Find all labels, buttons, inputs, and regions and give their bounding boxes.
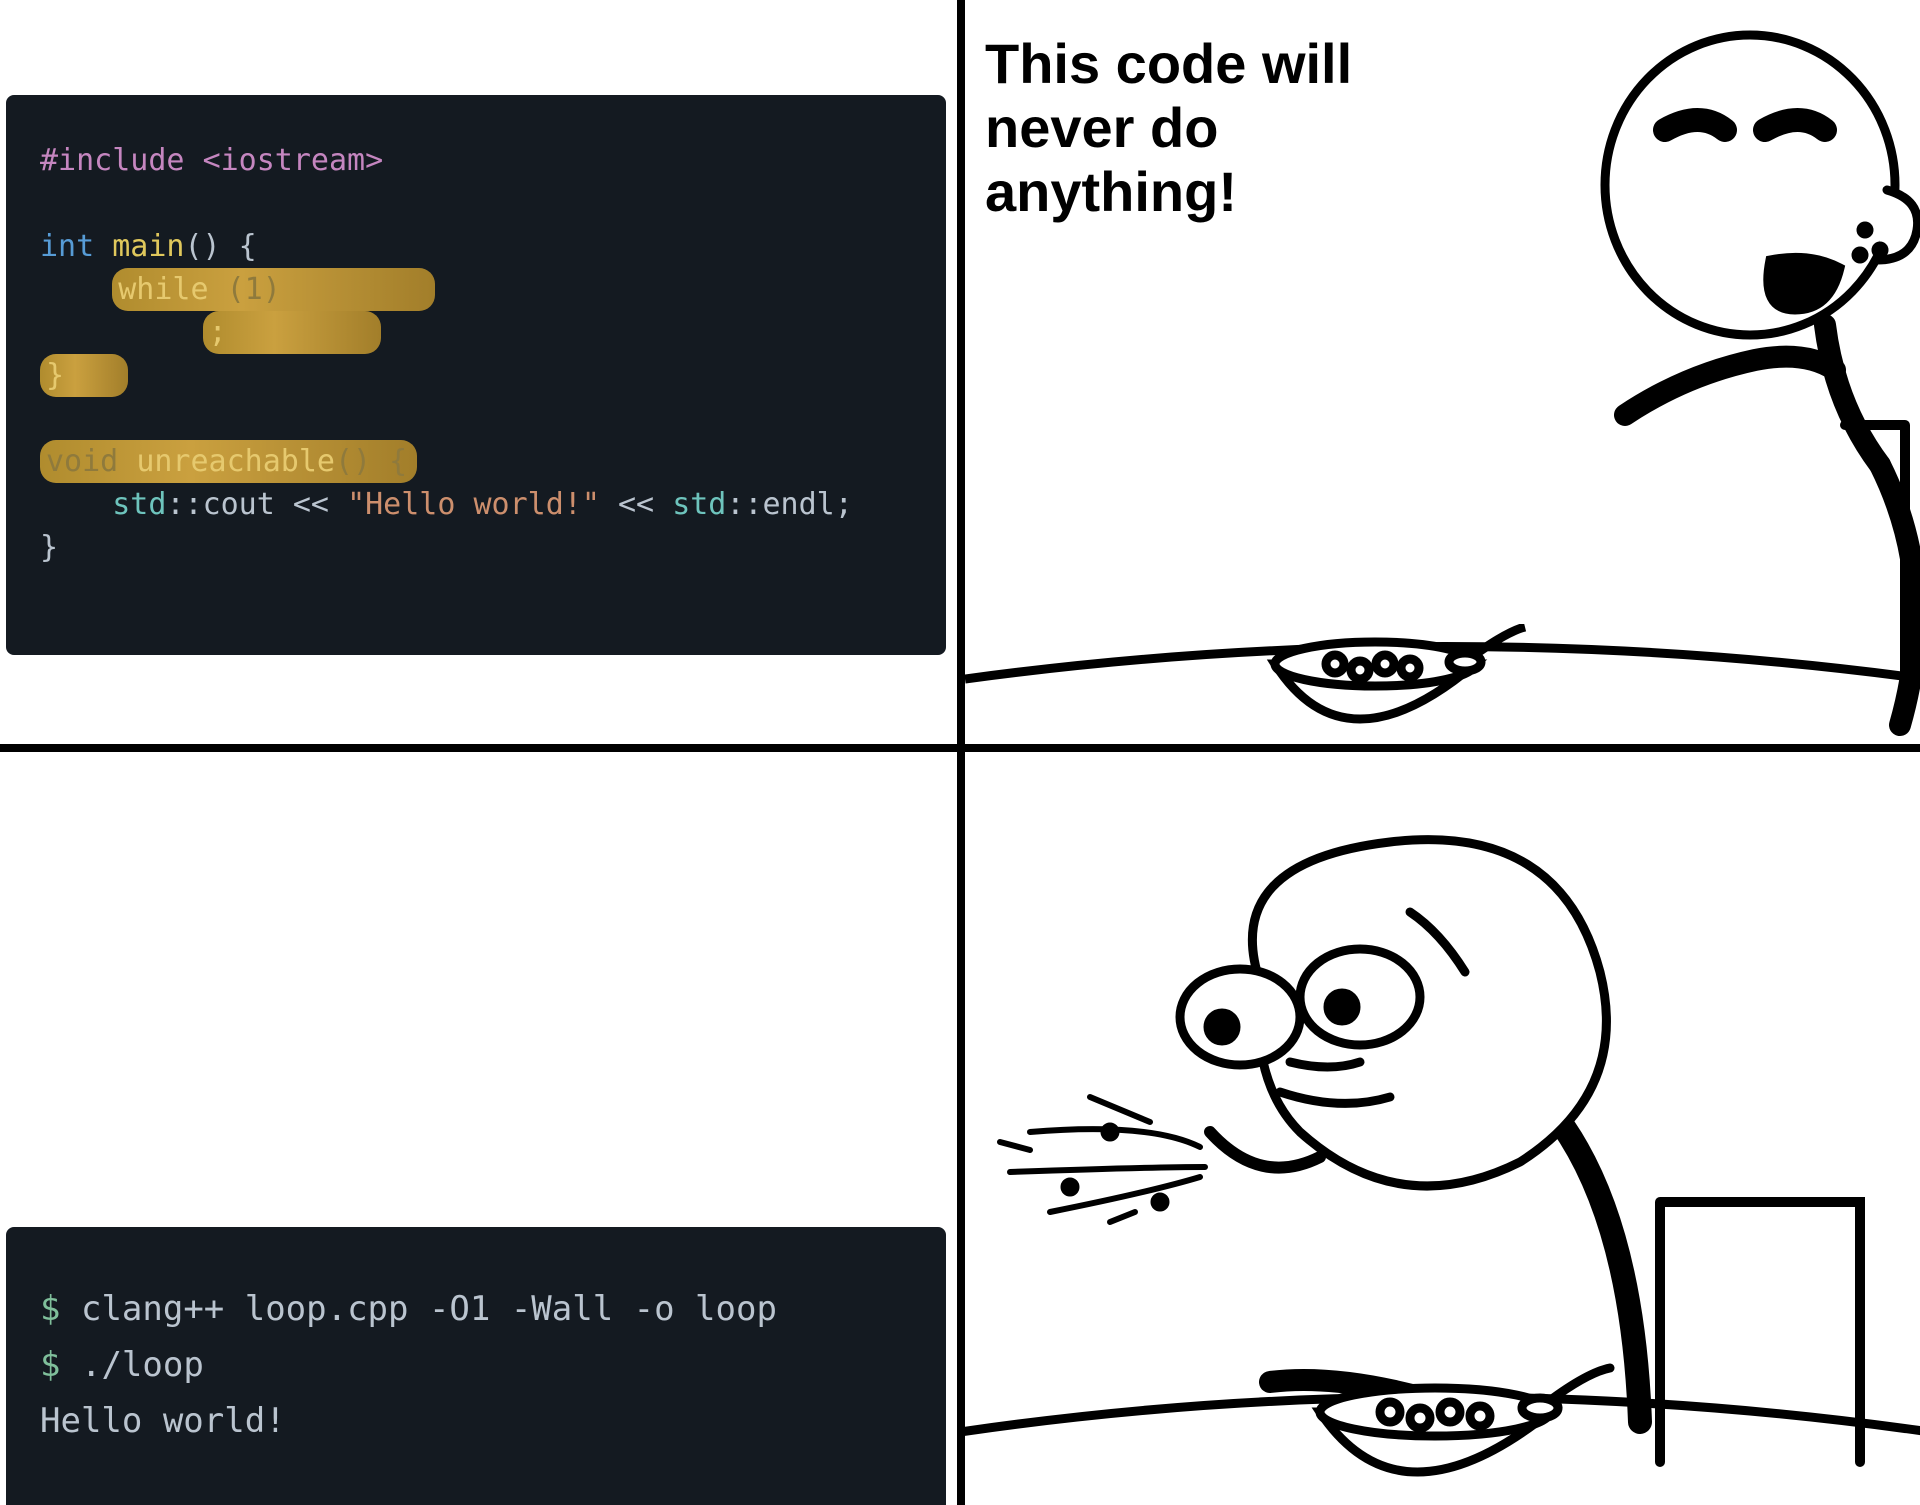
code-main-func: main: [112, 229, 184, 264]
panel-cereal-guy-spit-take: [961, 748, 1920, 1505]
code-highlight-while: while (1): [112, 268, 435, 311]
code-closing-brace: }: [40, 530, 58, 565]
code-main-parens: () {: [185, 229, 257, 264]
table-and-bowl-top: [965, 624, 1920, 744]
terminal-run-cmd: ./loop: [81, 1345, 204, 1385]
panel-cereal-guy-confident: This code will never do anything!: [961, 0, 1920, 748]
code-include-directive: #include: [40, 143, 185, 178]
code-highlight-unreachable-sig: void unreachable() {: [40, 440, 417, 483]
panel-source-code: #include <iostream> int main() { while (…: [0, 0, 961, 748]
code-int-type: int: [40, 229, 94, 264]
meme-caption: This code will never do anything!: [985, 32, 1455, 224]
terminal-output: Hello world!: [40, 1401, 286, 1441]
code-highlight-brace: }: [40, 354, 128, 397]
code-std-ns-1: std: [112, 487, 166, 522]
terminal-compile-cmd: clang++ loop.cpp -O1 -Wall -o loop: [81, 1289, 777, 1329]
code-highlight-semicolon: ;: [203, 311, 382, 354]
prompt-symbol-2: $: [40, 1345, 60, 1385]
prompt-symbol-1: $: [40, 1289, 60, 1329]
code-block: #include <iostream> int main() { while (…: [6, 95, 946, 655]
code-string-literal: "Hello world!": [347, 487, 600, 522]
terminal-block: $ clang++ loop.cpp -O1 -Wall -o loop $ .…: [6, 1227, 946, 1505]
code-include-header: <iostream>: [203, 143, 384, 178]
cereal-guy-spit: [961, 832, 1920, 1505]
panel-terminal: $ clang++ loop.cpp -O1 -Wall -o loop $ .…: [0, 748, 961, 1505]
